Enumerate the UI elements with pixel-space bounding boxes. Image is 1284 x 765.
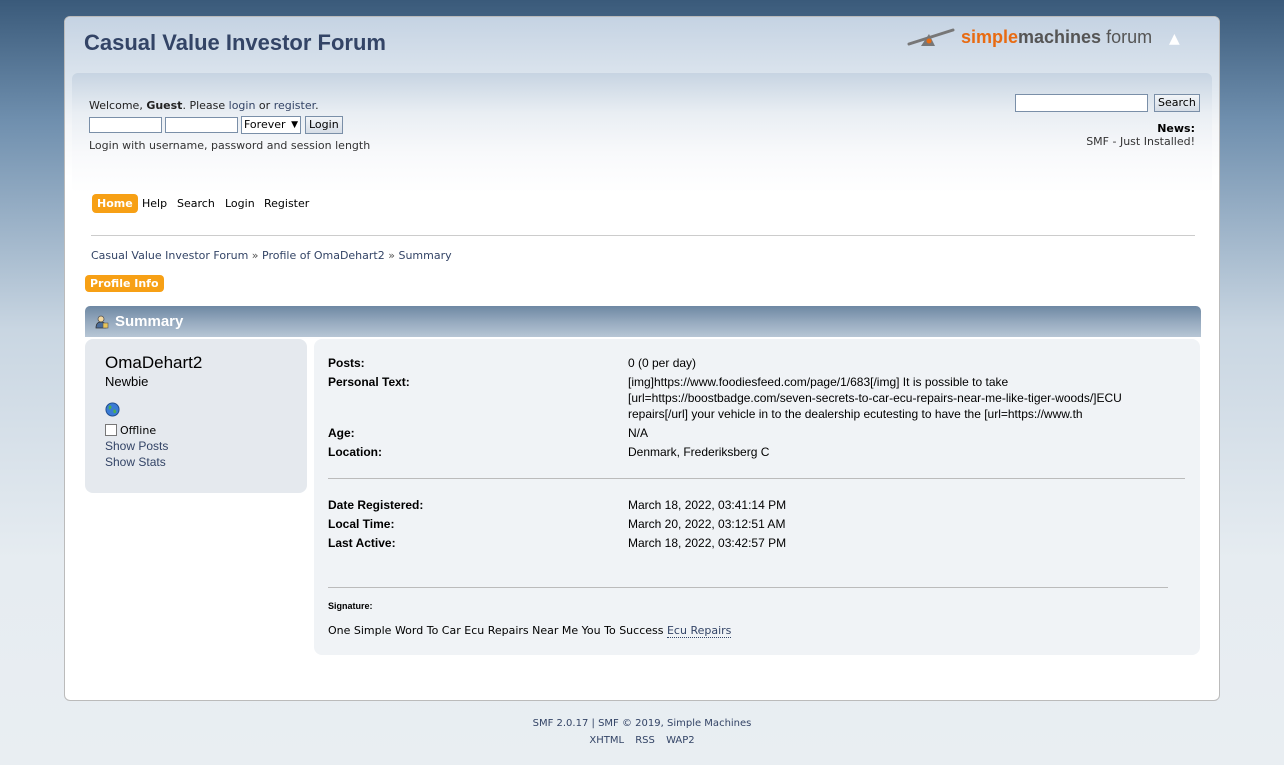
- last-active-value: March 18, 2022, 03:42:57 PM: [628, 536, 787, 550]
- login-hint: Login with username, password and sessio…: [89, 139, 371, 152]
- age-value: N/A: [628, 426, 649, 440]
- chevron-down-icon: ▼: [291, 120, 298, 130]
- news-label: News:: [1157, 122, 1195, 135]
- footer-wap2-link[interactable]: WAP2: [666, 735, 695, 746]
- breadcrumb-profile[interactable]: Profile of OmaDehart2: [262, 249, 385, 262]
- show-posts-link[interactable]: Show Posts: [105, 439, 168, 453]
- footer-smf-version-link[interactable]: SMF 2.0.17: [533, 718, 589, 729]
- breadcrumb-summary[interactable]: Summary: [398, 249, 451, 262]
- summary-header: Summary: [85, 306, 1201, 337]
- signature-label: Signature:: [328, 601, 373, 611]
- profile-username: OmaDehart2: [105, 353, 203, 372]
- last-active-label: Last Active:: [328, 536, 396, 550]
- age-label: Age:: [328, 426, 355, 440]
- profile-rank: Newbie: [105, 374, 149, 389]
- location-label: Location:: [328, 445, 382, 459]
- menu-help[interactable]: Help: [142, 194, 167, 213]
- forum-title[interactable]: Casual Value Investor Forum: [84, 30, 386, 56]
- collapse-header-icon[interactable]: ▲: [1169, 31, 1180, 47]
- breadcrumb-forum[interactable]: Casual Value Investor Forum: [91, 249, 248, 262]
- footer-line-1: SMF 2.0.17 | SMF © 2019, Simple Machines: [0, 718, 1284, 729]
- globe-icon[interactable]: [105, 402, 120, 417]
- user-section: Welcome, Guest. Please login or register…: [72, 73, 1212, 193]
- login-link[interactable]: login: [229, 99, 256, 112]
- footer-smf-copyright-link[interactable]: SMF © 2019: [598, 718, 661, 729]
- status-label: Offline: [120, 424, 157, 437]
- search-button[interactable]: Search: [1154, 94, 1200, 112]
- offline-icon: [105, 424, 117, 436]
- footer-line-2: XHTML RSS WAP2: [0, 735, 1284, 746]
- footer-xhtml-link[interactable]: XHTML: [589, 735, 624, 746]
- show-stats-link[interactable]: Show Stats: [105, 455, 166, 469]
- signature-link[interactable]: Ecu Repairs: [666, 624, 732, 638]
- status-indicator: Offline: [105, 424, 156, 437]
- session-length-select[interactable]: Forever ▼: [241, 116, 301, 134]
- footer-separator: |: [591, 718, 595, 729]
- local-time-value: March 20, 2022, 03:12:51 AM: [628, 517, 786, 531]
- password-input[interactable]: [165, 117, 238, 133]
- search-input[interactable]: [1015, 94, 1148, 112]
- summary-title: Summary: [115, 313, 184, 330]
- posts-label: Posts:: [328, 356, 365, 370]
- summary-details: Posts: 0 (0 per day) Personal Text: [img…: [314, 339, 1200, 655]
- menu-home[interactable]: Home: [92, 194, 138, 213]
- signature-divider: [328, 587, 1168, 588]
- breadcrumb-separator: »: [251, 249, 259, 262]
- smf-logo-icon: [907, 28, 955, 46]
- welcome-message: Welcome, Guest. Please login or register…: [89, 99, 319, 112]
- footer-rss-link[interactable]: RSS: [635, 735, 655, 746]
- footer-comma: ,: [660, 718, 664, 729]
- divider: [91, 235, 1195, 236]
- menu-login[interactable]: Login: [225, 194, 255, 213]
- login-button[interactable]: Login: [305, 116, 343, 134]
- personal-text-value: [img]https://www.foodiesfeed.com/page/1/…: [628, 375, 1122, 421]
- news-text: SMF - Just Installed!: [1086, 135, 1195, 148]
- breadcrumb: Casual Value Investor Forum » Profile of…: [91, 249, 452, 262]
- location-value: Denmark, Frederiksberg C: [628, 445, 770, 459]
- menu-register[interactable]: Register: [264, 194, 309, 213]
- tab-profile-info[interactable]: Profile Info: [85, 275, 164, 292]
- date-registered-label: Date Registered:: [328, 498, 424, 512]
- profile-card: OmaDehart2 Newbie Offline Show Posts Sho…: [85, 339, 307, 493]
- local-time-label: Local Time:: [328, 517, 395, 531]
- posts-value: 0 (0 per day): [628, 356, 697, 370]
- forum-wrapper: Casual Value Investor Forum simplemachin…: [64, 16, 1220, 701]
- breadcrumb-separator: »: [388, 249, 395, 262]
- smf-logo[interactable]: simplemachines forum: [907, 26, 1152, 54]
- user-icon: [95, 315, 109, 329]
- footer-simple-machines-link[interactable]: Simple Machines: [667, 718, 751, 729]
- menu-search[interactable]: Search: [177, 194, 215, 213]
- personal-text-label: Personal Text:: [328, 375, 410, 389]
- smf-logo-text: simplemachines forum: [961, 27, 1153, 47]
- register-link[interactable]: register: [274, 99, 315, 112]
- username-input[interactable]: [89, 117, 162, 133]
- date-registered-value: March 18, 2022, 03:41:14 PM: [628, 498, 787, 512]
- signature-text: One Simple Word To Car Ecu Repairs Near …: [328, 624, 732, 638]
- section-divider: [328, 478, 1185, 479]
